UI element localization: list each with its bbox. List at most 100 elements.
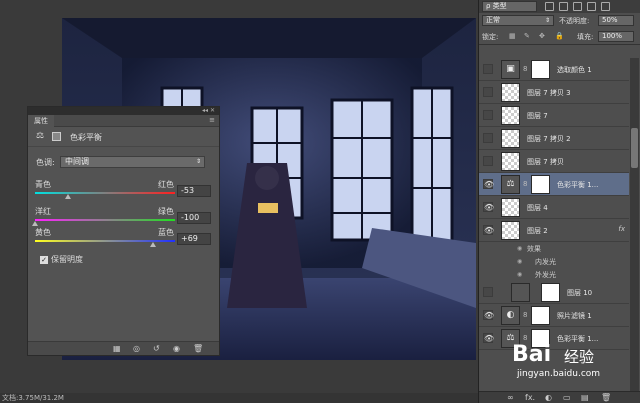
preserve-luminosity-checkbox[interactable]: ✓ 保留明度 [40, 254, 83, 265]
slider-track[interactable] [35, 219, 175, 221]
effect-item[interactable]: ◉ 外发光 [479, 268, 629, 281]
lock-paint-icon[interactable]: ✎ [524, 32, 530, 40]
visibility-toggle[interactable] [483, 133, 493, 143]
view-previous-icon[interactable]: ◎ [133, 344, 140, 353]
tab-properties[interactable]: 属性 [28, 115, 54, 127]
lock-all-icon[interactable]: 🔒 [555, 32, 564, 40]
slider-value-input[interactable]: -53 [177, 185, 211, 197]
layer-mask[interactable] [531, 175, 550, 194]
layer-name: 图层 7 拷贝 2 [527, 135, 571, 143]
filter-smart-icon[interactable] [601, 2, 610, 11]
layer-row-selected[interactable]: 👁 ⚖ 8 色彩平衡 1... [479, 173, 629, 196]
slider-cyan-red[interactable]: 青色 红色 -53 [35, 179, 221, 209]
slider-knob[interactable] [64, 194, 71, 199]
blend-mode-select[interactable]: 正常 ⇕ [482, 15, 554, 26]
layer-thumb [501, 129, 520, 148]
scroll-thumb[interactable] [631, 128, 638, 168]
slider-value-input[interactable]: -100 [177, 212, 211, 224]
effect-item[interactable]: ◉ 内发光 [479, 255, 629, 268]
filter-adjust-icon[interactable] [559, 2, 568, 11]
layer-name: 图层 7 [527, 112, 548, 120]
photo-filter-icon: ◐ [501, 306, 520, 325]
filter-type-icon[interactable] [573, 2, 582, 11]
new-group-icon[interactable]: ▭ [563, 393, 571, 402]
fill-input[interactable]: 100% [598, 31, 634, 42]
clip-layer-icon[interactable]: ▦ [113, 344, 121, 353]
slider-track[interactable] [35, 192, 175, 194]
new-layer-icon[interactable]: ▤ [581, 393, 589, 402]
layer-name: 色彩平衡 1... [557, 181, 599, 189]
watermark-text: 经验 [564, 348, 595, 366]
layer-thumb [501, 83, 520, 102]
layer-kind-filter[interactable]: ρ 类型 [482, 1, 537, 12]
effect-eye-icon[interactable]: ◉ [517, 271, 522, 278]
fill-label: 填充: [577, 33, 594, 41]
balance-scale-icon: ⚖ [36, 131, 45, 141]
lock-transparent-icon[interactable]: ▦ [509, 32, 516, 40]
adjustment-title: 色彩平衡 [70, 133, 102, 142]
slider-knob[interactable] [150, 242, 157, 247]
layer-row[interactable]: 图层 7 拷贝 2 [479, 127, 629, 150]
tone-select[interactable]: 中间调 ⇕ [60, 156, 205, 168]
visibility-toggle[interactable]: 👁 [483, 202, 494, 212]
slider-yellow-blue[interactable]: 黄色 蓝色 +69 [35, 227, 221, 257]
layer-mask[interactable] [541, 283, 560, 302]
layer-row[interactable]: 👁 图层 2 fx [479, 219, 629, 242]
slider-right-label: 蓝色 [158, 228, 174, 237]
link-layers-icon[interactable]: ∞ [507, 393, 514, 402]
adjustment-thumb-icon: ▣ [501, 60, 520, 79]
slider-left-label: 青色 [35, 180, 51, 189]
filter-pixel-icon[interactable] [545, 2, 554, 11]
visibility-toggle[interactable] [483, 156, 493, 166]
visibility-toggle[interactable]: 👁 [483, 179, 494, 189]
layer-mask[interactable] [531, 306, 550, 325]
opacity-input[interactable]: 50% [598, 15, 634, 26]
slider-left-label: 黄色 [35, 228, 51, 237]
checkbox-box[interactable]: ✓ [40, 256, 48, 264]
effect-name: 外发光 [535, 271, 556, 279]
layer-name: 图层 7 拷贝 [527, 158, 564, 166]
fx-icon[interactable]: fx. [525, 393, 535, 402]
layers-footer: ∞ fx. ◐ ▭ ▤ 🗑 [479, 391, 640, 403]
layer-name: 选取颜色 1 [557, 66, 592, 74]
layer-row[interactable]: 👁 ◐ 8 照片滤镜 1 [479, 304, 629, 327]
visibility-icon[interactable]: ◉ [173, 344, 180, 353]
watermark-logo: Bai [512, 342, 552, 367]
slider-left-label: 洋红 [35, 207, 51, 216]
visibility-toggle[interactable]: 👁 [483, 333, 494, 343]
fx-icon[interactable]: fx [618, 225, 625, 233]
visibility-toggle[interactable] [483, 110, 493, 120]
layer-thumb [501, 152, 520, 171]
lock-move-icon[interactable]: ✥ [539, 32, 545, 40]
chevron-down-icon: ⇕ [195, 158, 201, 165]
effect-eye-icon[interactable]: ◉ [517, 258, 522, 265]
visibility-toggle[interactable]: 👁 [483, 225, 494, 235]
visibility-toggle[interactable]: 👁 [483, 310, 494, 320]
mask-icon[interactable] [52, 132, 61, 141]
panel-collapse-icon[interactable]: ◂◂ ✕ [202, 107, 215, 114]
slider-right-label: 红色 [158, 180, 174, 189]
effects-label: 效果 [527, 245, 541, 253]
trash-icon[interactable]: 🗑 [193, 344, 203, 353]
panel-menu-icon[interactable]: ≡ [209, 116, 215, 124]
layer-row[interactable]: 图层 10 [479, 281, 629, 304]
layer-row[interactable]: 图层 7 拷贝 [479, 150, 629, 173]
reset-icon[interactable]: ↺ [153, 344, 160, 353]
effect-eye-icon[interactable]: ◉ [517, 245, 522, 252]
filter-shape-icon[interactable] [587, 2, 596, 11]
layer-row[interactable]: 图层 7 拷贝 3 [479, 81, 629, 104]
adjustment-icon[interactable]: ◐ [545, 393, 552, 402]
visibility-toggle[interactable] [483, 64, 493, 74]
layer-thumb [501, 106, 520, 125]
properties-panel: ◂◂ ✕ 属性 ≡ ⚖ 色彩平衡 色调: 中间调 ⇕ 青色 红色 -53 洋红 绿… [27, 106, 220, 356]
layer-row[interactable]: 图层 7 [479, 104, 629, 127]
effects-row[interactable]: ◉ 效果 [479, 242, 629, 255]
slider-value-input[interactable]: +69 [177, 233, 211, 245]
visibility-toggle[interactable] [483, 87, 493, 97]
visibility-toggle[interactable] [483, 287, 493, 297]
trash-icon[interactable]: 🗑 [601, 393, 611, 402]
layer-row[interactable]: ▣ 8 选取颜色 1 [479, 58, 629, 81]
layer-mask[interactable] [531, 60, 550, 79]
slider-knob[interactable] [32, 221, 38, 226]
layer-row[interactable]: 👁 图层 4 [479, 196, 629, 219]
